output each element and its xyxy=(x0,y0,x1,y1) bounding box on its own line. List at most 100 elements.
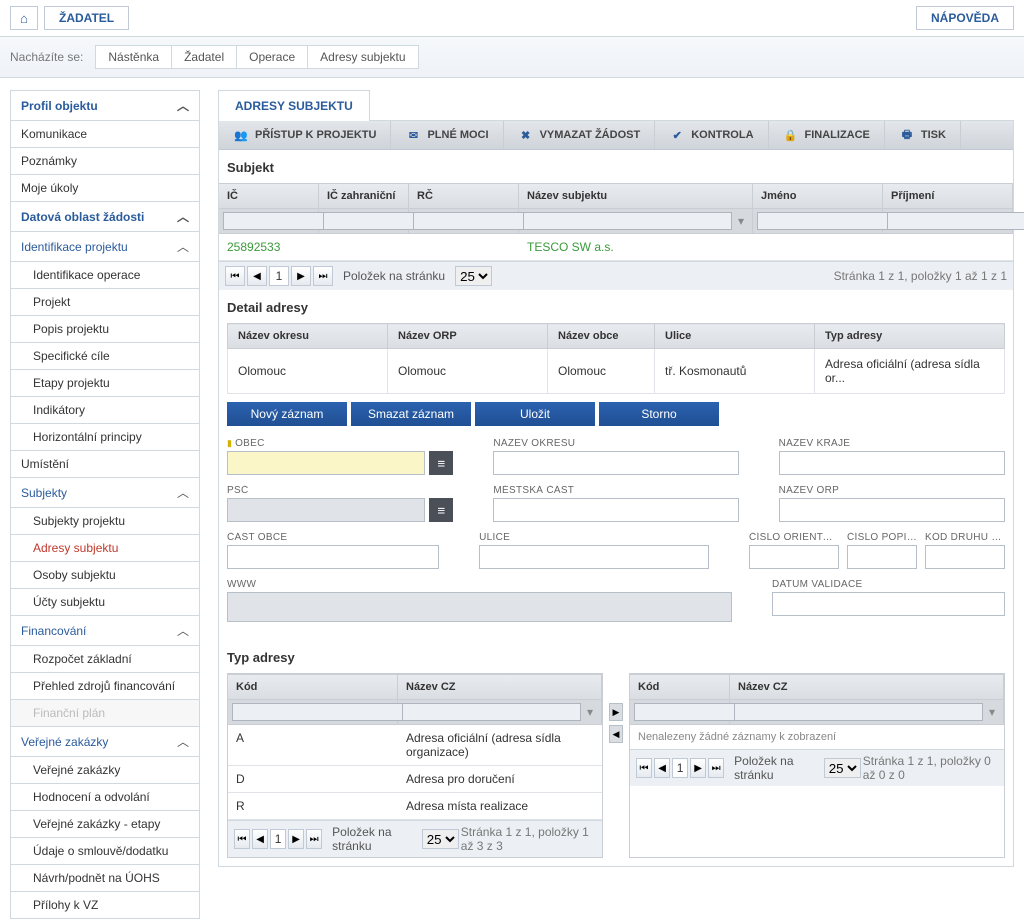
sidebar-identifikace-operace[interactable]: Identifikace operace xyxy=(11,262,199,289)
tool-pristup[interactable]: 👥PŘÍSTUP K PROJEKTU xyxy=(219,121,391,149)
filter-nazev-l[interactable] xyxy=(402,703,581,721)
sidebar-specificke-cile[interactable]: Specifické cíle xyxy=(11,343,199,370)
pager-prev[interactable]: ◀ xyxy=(654,758,670,778)
col-nazev-cz[interactable]: Název CZ xyxy=(730,675,1004,699)
sidebar-moje-ukoly[interactable]: Moje úkoly xyxy=(11,175,199,202)
www-input[interactable] xyxy=(227,592,732,622)
kod-druhu-input[interactable] xyxy=(925,545,1005,569)
col-kod[interactable]: Kód xyxy=(630,675,730,699)
move-left-button[interactable]: ◀ xyxy=(609,725,623,743)
typ-row[interactable]: AAdresa oficiální (adresa sídla organiza… xyxy=(228,725,602,766)
col-okres[interactable]: Název okresu xyxy=(228,324,388,349)
nazev-okresu-input[interactable] xyxy=(493,451,738,475)
sidebar-rozpocet-zakladni[interactable]: Rozpočet základní xyxy=(11,646,199,673)
pager-last[interactable]: ⏭ xyxy=(306,829,322,849)
sidebar-profil-objektu[interactable]: Profil objektu︿ xyxy=(11,91,199,121)
pager-next[interactable]: ▶ xyxy=(291,266,311,286)
sidebar-etapy-projektu[interactable]: Etapy projektu xyxy=(11,370,199,397)
tool-vymazat[interactable]: ✖VYMAZAT ŽÁDOST xyxy=(504,121,656,149)
typ-row[interactable]: RAdresa místa realizace xyxy=(228,793,602,820)
pager-first[interactable]: ⏮ xyxy=(636,758,652,778)
sidebar-komunikace[interactable]: Komunikace xyxy=(11,121,199,148)
sidebar-indikatory[interactable]: Indikátory xyxy=(11,397,199,424)
sidebar-ucty-subjektu[interactable]: Účty subjektu xyxy=(11,589,199,616)
sidebar-vz-etapy[interactable]: Veřejné zakázky - etapy xyxy=(11,811,199,838)
filter-prijmeni[interactable] xyxy=(887,212,1024,230)
home-button[interactable]: ⌂ xyxy=(10,6,38,30)
zadatel-button[interactable]: ŽADATEL xyxy=(44,6,129,30)
datum-validace-input[interactable] xyxy=(772,592,1005,616)
sidebar-financovani[interactable]: Financování︿ xyxy=(11,616,199,646)
col-ic[interactable]: IČ xyxy=(219,184,319,208)
filter-nazev[interactable] xyxy=(523,212,732,230)
pager-last[interactable]: ⏭ xyxy=(313,266,333,286)
sidebar-udaje-smlouva[interactable]: Údaje o smlouvě/dodatku xyxy=(11,838,199,865)
col-rc[interactable]: RČ xyxy=(409,184,519,208)
tool-plne-moci[interactable]: ✉PLNÉ MOCI xyxy=(391,121,503,149)
pager-size-select[interactable]: 25 xyxy=(455,266,492,286)
filter-kod-l[interactable] xyxy=(232,703,411,721)
sidebar-osoby-subjektu[interactable]: Osoby subjektu xyxy=(11,562,199,589)
ulozit-button[interactable]: Uložit xyxy=(475,402,595,426)
pager-next[interactable]: ▶ xyxy=(690,758,706,778)
col-nazev-cz[interactable]: Název CZ xyxy=(398,675,602,699)
storno-button[interactable]: Storno xyxy=(599,402,719,426)
cislo-orientacni-input[interactable] xyxy=(749,545,839,569)
pager-first[interactable]: ⏮ xyxy=(225,266,245,286)
ulice-input[interactable] xyxy=(479,545,709,569)
sidebar-identifikace-projektu[interactable]: Identifikace projektu︿ xyxy=(11,232,199,262)
napoveda-button[interactable]: NÁPOVĚDA xyxy=(916,6,1014,30)
sidebar-popis-projektu[interactable]: Popis projektu xyxy=(11,316,199,343)
col-icz[interactable]: IČ zahraniční xyxy=(319,184,409,208)
breadcrumb-item[interactable]: Adresy subjektu xyxy=(307,45,418,69)
obec-input[interactable] xyxy=(227,451,425,475)
psc-input[interactable] xyxy=(227,498,425,522)
sidebar-horizontalni-principy[interactable]: Horizontální principy xyxy=(11,424,199,451)
sidebar-poznamky[interactable]: Poznámky xyxy=(11,148,199,175)
sidebar-navrh-uohs[interactable]: Návrh/podnět na ÚOHS xyxy=(11,865,199,892)
breadcrumb-item[interactable]: Nástěnka xyxy=(95,45,172,69)
sidebar-adresy-subjektu[interactable]: Adresy subjektu xyxy=(11,535,199,562)
pager-next[interactable]: ▶ xyxy=(288,829,304,849)
sidebar-verejne-zakazky[interactable]: Veřejné zakázky︿ xyxy=(11,727,199,757)
col-typ[interactable]: Typ adresy xyxy=(815,324,1005,349)
mestska-cast-input[interactable] xyxy=(493,498,738,522)
col-jmeno[interactable]: Jméno xyxy=(753,184,883,208)
sidebar-verejne-zakazky-list[interactable]: Veřejné zakázky xyxy=(11,757,199,784)
nazev-orp-input[interactable] xyxy=(779,498,1005,522)
smazat-zaznam-button[interactable]: Smazat záznam xyxy=(351,402,471,426)
cast-obce-input[interactable] xyxy=(227,545,439,569)
pager-prev[interactable]: ◀ xyxy=(247,266,267,286)
sidebar-prilohy-vz[interactable]: Přílohy k VZ xyxy=(11,892,199,919)
tool-finalizace[interactable]: 🔒FINALIZACE xyxy=(769,121,885,149)
breadcrumb-item[interactable]: Žadatel xyxy=(171,45,237,69)
subjekt-row[interactable]: 25892533 TESCO SW a.s. xyxy=(219,234,1013,261)
pager-size-select[interactable]: 25 xyxy=(422,829,459,849)
sidebar-projekt[interactable]: Projekt xyxy=(11,289,199,316)
sidebar-datova-oblast[interactable]: Datová oblast žádosti︿ xyxy=(11,202,199,232)
funnel-icon[interactable]: ▾ xyxy=(583,705,597,719)
novy-zaznam-button[interactable]: Nový záznam xyxy=(227,402,347,426)
pager-last[interactable]: ⏭ xyxy=(708,758,724,778)
funnel-icon[interactable]: ▾ xyxy=(734,214,748,228)
col-prijmeni[interactable]: Příjmení xyxy=(883,184,1013,208)
sidebar-prehled-zdroju[interactable]: Přehled zdrojů financování xyxy=(11,673,199,700)
detail-row[interactable]: Olomouc Olomouc Olomouc tř. Kosmonautů A… xyxy=(228,349,1005,394)
col-nazev[interactable]: Název subjektu xyxy=(519,184,753,208)
breadcrumb-item[interactable]: Operace xyxy=(236,45,308,69)
sidebar-subjekty[interactable]: Subjekty︿ xyxy=(11,478,199,508)
obec-picker[interactable]: ≡ xyxy=(429,451,453,475)
funnel-icon[interactable]: ▾ xyxy=(985,705,999,719)
psc-picker[interactable]: ≡ xyxy=(429,498,453,522)
col-orp[interactable]: Název ORP xyxy=(388,324,548,349)
tool-kontrola[interactable]: ✔KONTROLA xyxy=(655,121,768,149)
col-kod[interactable]: Kód xyxy=(228,675,398,699)
col-obce[interactable]: Název obce xyxy=(548,324,655,349)
filter-nazev-r[interactable] xyxy=(734,703,983,721)
pager-prev[interactable]: ◀ xyxy=(252,829,268,849)
typ-row[interactable]: DAdresa pro doručení xyxy=(228,766,602,793)
move-right-button[interactable]: ▶ xyxy=(609,703,623,721)
sidebar-hodnoceni-odvolani[interactable]: Hodnocení a odvolání xyxy=(11,784,199,811)
cislo-popisne-input[interactable] xyxy=(847,545,917,569)
tool-tisk[interactable]: 🖶TISK xyxy=(885,121,961,149)
